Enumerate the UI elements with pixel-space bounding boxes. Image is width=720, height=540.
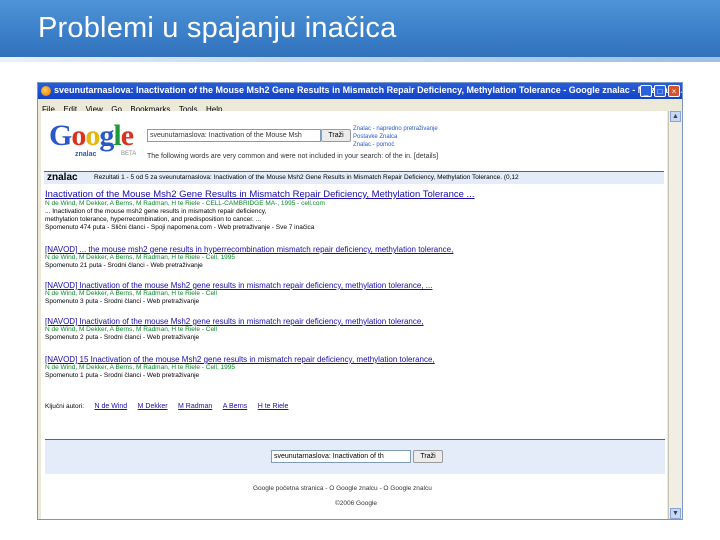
result-item: [NAVOD] Inactivation of the mouse Msh2 g… — [45, 317, 657, 342]
author-link[interactable]: M Dekker — [138, 403, 168, 410]
google-logo[interactable]: Google — [49, 119, 134, 153]
bottom-search-button[interactable]: Traži — [413, 450, 443, 463]
result-authors: N de Wind, M Dekker, A Berns, M Radman, … — [45, 326, 217, 333]
logo-beta: BETA — [121, 151, 137, 157]
scroll-up-icon[interactable]: ▲ — [670, 111, 681, 122]
vertical-scrollbar[interactable]: ▲ ▼ — [668, 111, 682, 519]
author-link[interactable]: N de Wind — [94, 403, 127, 410]
close-button[interactable]: × — [668, 85, 680, 97]
result-authors: N de Wind, M Dekker, A Berns, M Radman, … — [45, 200, 325, 207]
result-item: [NAVOD] ... the mouse msh2 gene results … — [45, 245, 657, 270]
result-item: Inactivation of the Mouse Msh2 Gene Resu… — [45, 189, 657, 232]
bottom-search-bar: sveunutarnaslova: Inactivation of th Tra… — [45, 439, 665, 474]
browser-window: sveunutarnaslova: Inactivation of the Mo… — [37, 82, 683, 520]
window-titlebar: sveunutarnaslova: Inactivation of the Mo… — [38, 83, 682, 99]
logo-subtitle: znalac — [75, 151, 97, 158]
author-link[interactable]: H te Riele — [258, 403, 289, 410]
result-authors: N de Wind, M Dekker, A Berns, M Radman, … — [45, 364, 236, 371]
result-authors: N de Wind, M Dekker, A Berns, M Radman, … — [45, 254, 236, 261]
maximize-button[interactable]: □ — [654, 85, 666, 97]
slide-header: Problemi u spajanju inačica — [0, 0, 720, 62]
result-actions[interactable]: Spomenuto 1 puta - Srodni članci - Web p… — [45, 372, 657, 380]
preferences-link[interactable]: Postavke Znalca — [353, 133, 438, 141]
result-actions[interactable]: Spomenuto 3 puta - Srodni članci - Web p… — [45, 298, 657, 306]
search-button[interactable]: Traži — [321, 129, 351, 142]
author-link[interactable]: A Berns — [223, 403, 248, 410]
key-authors-label: Ključni autori: — [45, 403, 85, 410]
window-title: sveunutarnaslova: Inactivation of the Mo… — [54, 85, 683, 95]
result-title-link[interactable]: [NAVOD] Inactivation of the mouse Msh2 g… — [45, 281, 657, 290]
result-snippet: ... Inactivation of the mouse msh2 gene … — [45, 208, 267, 215]
help-link[interactable]: Znalac - pomoć — [353, 141, 438, 149]
slide-title: Problemi u spajanju inačica — [38, 12, 397, 44]
result-authors: N de Wind, M Dekker, A Berns, M Radman, … — [45, 290, 217, 297]
common-words-notice: The following words are very common and … — [147, 153, 439, 160]
result-title-link[interactable]: [NAVOD] 15 Inactivation of the mouse Msh… — [45, 355, 657, 364]
result-actions[interactable]: Spomenuto 21 puta - Srodni članci - Web … — [45, 262, 657, 270]
minimize-button[interactable]: _ — [640, 85, 652, 97]
page-content: Google znalac BETA sveunutarnaslova: Ina… — [41, 111, 667, 519]
search-input[interactable]: sveunutarnaslova: Inactivation of the Mo… — [147, 129, 321, 142]
author-link[interactable]: M Radman — [178, 403, 212, 410]
result-title-link[interactable]: Inactivation of the Mouse Msh2 Gene Resu… — [45, 189, 657, 200]
advanced-links: Znalac - napredno pretraživanje Postavke… — [353, 125, 438, 149]
result-actions[interactable]: Spomenuto 2 puta - Srodni članci - Web p… — [45, 334, 657, 342]
firefox-icon — [41, 86, 51, 96]
scroll-down-icon[interactable]: ▼ — [670, 508, 681, 519]
key-authors: Ključni autori: N de Wind M Dekker M Rad… — [45, 395, 657, 413]
footer-links[interactable]: Google početna stranica - O Google znalc… — [253, 485, 432, 492]
result-item: [NAVOD] 15 Inactivation of the mouse Msh… — [45, 355, 657, 380]
advanced-search-link[interactable]: Znalac - napredno pretraživanje — [353, 125, 438, 133]
results-bar-label: znalac — [47, 172, 78, 183]
bottom-search-input[interactable]: sveunutarnaslova: Inactivation of th — [271, 450, 411, 463]
result-title-link[interactable]: [NAVOD] ... the mouse msh2 gene results … — [45, 245, 657, 254]
results-bar-text: Rezultati 1 - 5 od 5 za sveunutarnaslova… — [94, 174, 519, 181]
copyright: ©2006 Google — [335, 500, 378, 507]
result-title-link[interactable]: [NAVOD] Inactivation of the mouse Msh2 g… — [45, 317, 657, 326]
result-snippet: methylation tolerance, hyperrecombinatio… — [45, 216, 262, 223]
result-actions[interactable]: Spomenuto 474 puta - Slični članci - Spo… — [45, 224, 657, 232]
menu-bar: File Edit View Go Bookmarks Tools Help — [38, 99, 682, 114]
result-item: [NAVOD] Inactivation of the mouse Msh2 g… — [45, 281, 657, 306]
results-bar: znalac Rezultati 1 - 5 od 5 za sveunutar… — [44, 171, 664, 184]
